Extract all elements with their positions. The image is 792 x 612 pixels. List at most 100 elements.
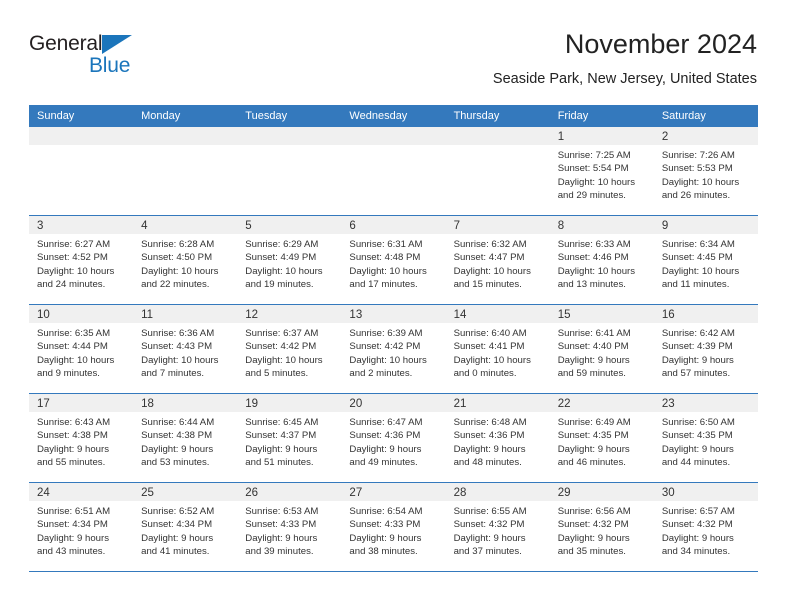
day-sun-info: Sunrise: 6:51 AM Sunset: 4:34 PM Daylight:… (29, 501, 133, 559)
sunset-text: Sunset: 4:35 PM (557, 430, 629, 442)
daylight-text: Daylight: 9 hours and 55 minutes. (37, 443, 109, 469)
calendar-day-cell[interactable]: 16 Sunrise: 6:42 AM Sunset: 4:39 PM Dayligh… (653, 305, 758, 393)
daylight-text: Daylight: 10 hours and 17 minutes. (349, 265, 427, 291)
daylight-text: Daylight: 9 hours and 46 minutes. (557, 443, 630, 469)
day-sun-info: Sunrise: 7:26 AM Sunset: 5:53 PM Daylight:… (654, 145, 758, 203)
day-number: 5 (245, 220, 252, 232)
calendar-day-cell[interactable]: 23 Sunrise: 6:50 AM Sunset: 4:35 PM Dayligh… (653, 394, 758, 482)
day-number: 10 (37, 309, 50, 321)
calendar-day-cell[interactable]: 4 Sunrise: 6:28 AM Sunset: 4:50 PM Daylight… (133, 216, 238, 304)
daylight-text: Daylight: 9 hours and 41 minutes. (141, 532, 214, 558)
calendar-day-cell[interactable]: 10 Sunrise: 6:35 AM Sunset: 4:44 PM Dayligh… (29, 305, 134, 393)
sunrise-text: Sunrise: 6:29 AM (245, 239, 319, 250)
daylight-text: Daylight: 9 hours and 59 minutes. (557, 354, 630, 380)
calendar-day-cell[interactable]: 2 Sunrise: 7:26 AM Sunset: 5:53 PM Daylight… (653, 127, 758, 215)
day-number-band (341, 127, 446, 145)
weekday-header-wednesday: Wednesday (349, 110, 408, 122)
daylight-text: Daylight: 9 hours and 53 minutes. (141, 443, 214, 469)
calendar-day-cell[interactable]: 13 Sunrise: 6:39 AM Sunset: 4:42 PM Dayligh… (341, 305, 446, 393)
day-number: 30 (661, 487, 675, 499)
day-number-band: 19 (237, 394, 342, 412)
day-number: 19 (245, 398, 259, 410)
sunset-text: Sunset: 4:40 PM (557, 341, 629, 353)
calendar-day-cell[interactable]: 21 Sunrise: 6:48 AM Sunset: 4:36 PM Dayligh… (445, 394, 550, 482)
calendar-day-cell[interactable]: 12 Sunrise: 6:37 AM Sunset: 4:42 PM Dayligh… (237, 305, 342, 393)
calendar-day-cell[interactable]: 3 Sunrise: 6:27 AM Sunset: 4:52 PM Daylight… (29, 216, 134, 304)
day-number: 17 (37, 398, 50, 410)
day-number: 9 (661, 220, 669, 232)
sunset-text: Sunset: 4:34 PM (141, 519, 213, 531)
calendar-week-row: 3 Sunrise: 6:27 AM Sunset: 4:52 PM Daylight… (29, 216, 758, 305)
calendar-day-cell[interactable]: 20 Sunrise: 6:47 AM Sunset: 4:36 PM Dayligh… (341, 394, 446, 482)
page-header: General Blue November 2024 Seaside Park,… (29, 28, 757, 98)
day-sun-info: Sunrise: 6:32 AM Sunset: 4:47 PM Daylight:… (446, 234, 550, 292)
sunrise-text: Sunrise: 6:37 AM (245, 328, 319, 339)
day-sun-info: Sunrise: 6:41 AM Sunset: 4:40 PM Daylight:… (550, 323, 654, 381)
sunset-text: Sunset: 4:37 PM (245, 430, 317, 442)
calendar-day-cell[interactable]: 7 Sunrise: 6:32 AM Sunset: 4:47 PM Daylight… (445, 216, 550, 304)
daylight-text: Daylight: 10 hours and 9 minutes. (37, 354, 115, 380)
day-sun-info: Sunrise: 6:43 AM Sunset: 4:38 PM Daylight:… (29, 412, 133, 470)
day-number-band: 4 (133, 216, 238, 234)
day-number-band (133, 127, 238, 145)
calendar-day-cell[interactable]: 28 Sunrise: 6:55 AM Sunset: 4:32 PM Dayligh… (445, 483, 550, 571)
day-number-band: 9 (653, 216, 758, 234)
page-title: November 2024 (564, 29, 757, 59)
day-number-band: 7 (445, 216, 550, 234)
calendar-day-cell[interactable]: 9 Sunrise: 6:34 AM Sunset: 4:45 PM Daylight… (653, 216, 758, 304)
brand-name-blue: Blue (89, 54, 131, 77)
calendar-day-cell[interactable]: 1 Sunrise: 7:25 AM Sunset: 5:54 PM Daylight… (549, 127, 654, 215)
calendar-day-cell[interactable]: 5 Sunrise: 6:29 AM Sunset: 4:49 PM Daylight… (237, 216, 342, 304)
day-number-band: 26 (237, 483, 342, 501)
day-sun-info: Sunrise: 6:53 AM Sunset: 4:33 PM Daylight:… (237, 501, 341, 559)
calendar-day-cell[interactable]: 19 Sunrise: 6:45 AM Sunset: 4:37 PM Dayligh… (237, 394, 342, 482)
day-number: 13 (349, 309, 363, 321)
sunrise-text: Sunrise: 6:52 AM (141, 506, 215, 517)
calendar-day-cell[interactable]: 27 Sunrise: 6:54 AM Sunset: 4:33 PM Dayligh… (341, 483, 446, 571)
sunset-text: Sunset: 4:42 PM (349, 341, 421, 353)
calendar-day-cell[interactable]: 18 Sunrise: 6:44 AM Sunset: 4:38 PM Dayligh… (133, 394, 238, 482)
sunset-text: Sunset: 4:39 PM (661, 341, 733, 353)
sunset-text: Sunset: 4:38 PM (141, 430, 213, 442)
calendar-day-cell[interactable]: 14 Sunrise: 6:40 AM Sunset: 4:41 PM Dayligh… (445, 305, 550, 393)
sunset-text: Sunset: 4:42 PM (245, 341, 317, 353)
calendar-day-cell[interactable]: 22 Sunrise: 6:49 AM Sunset: 4:35 PM Dayligh… (549, 394, 654, 482)
day-number: 22 (557, 398, 571, 410)
sunrise-text: Sunrise: 6:34 AM (661, 239, 735, 250)
calendar-day-cell[interactable]: 25 Sunrise: 6:52 AM Sunset: 4:34 PM Dayligh… (133, 483, 238, 571)
calendar-day-cell[interactable]: 24 Sunrise: 6:51 AM Sunset: 4:34 PM Dayligh… (29, 483, 134, 571)
calendar-day-cell[interactable]: 29 Sunrise: 6:56 AM Sunset: 4:32 PM Dayligh… (549, 483, 654, 571)
calendar-page: General Blue November 2024 Seaside Park,… (0, 0, 792, 612)
day-sun-info: Sunrise: 6:34 AM Sunset: 4:45 PM Daylight:… (654, 234, 758, 292)
day-number-band (237, 127, 342, 145)
day-number: 24 (37, 487, 50, 499)
calendar-day-cell[interactable]: 6 Sunrise: 6:31 AM Sunset: 4:48 PM Daylight… (341, 216, 446, 304)
calendar-day-cell[interactable]: 17 Sunrise: 6:43 AM Sunset: 4:38 PM Dayligh… (29, 394, 134, 482)
day-number-band (29, 127, 134, 145)
day-number: 4 (141, 220, 148, 232)
day-number-band: 10 (29, 305, 134, 323)
day-sun-info: Sunrise: 6:33 AM Sunset: 4:46 PM Daylight:… (550, 234, 654, 292)
calendar-week-row: 10 Sunrise: 6:35 AM Sunset: 4:44 PM Dayligh… (29, 305, 758, 394)
day-number: 26 (245, 487, 259, 499)
day-sun-info: Sunrise: 6:35 AM Sunset: 4:44 PM Daylight:… (29, 323, 133, 381)
calendar-day-cell[interactable]: 30 Sunrise: 6:57 AM Sunset: 4:32 PM Dayligh… (653, 483, 758, 571)
weekday-header-tuesday: Tuesday (245, 110, 288, 122)
calendar-day-cell[interactable]: 8 Sunrise: 6:33 AM Sunset: 4:46 PM Daylight… (549, 216, 654, 304)
day-number-band: 16 (653, 305, 758, 323)
calendar-day-cell-empty (341, 127, 446, 215)
day-sun-info: Sunrise: 6:37 AM Sunset: 4:42 PM Daylight:… (237, 323, 341, 381)
calendar-day-cell[interactable]: 26 Sunrise: 6:53 AM Sunset: 4:33 PM Dayligh… (237, 483, 342, 571)
daylight-text: Daylight: 9 hours and 39 minutes. (245, 532, 318, 558)
sunrise-text: Sunrise: 6:32 AM (453, 239, 527, 250)
daylight-text: Daylight: 9 hours and 57 minutes. (661, 354, 734, 380)
brand-logo[interactable]: General Blue (29, 32, 229, 84)
calendar-day-cell[interactable]: 15 Sunrise: 6:41 AM Sunset: 4:40 PM Dayligh… (549, 305, 654, 393)
calendar-week-row: 1 Sunrise: 7:25 AM Sunset: 5:54 PM Daylight… (29, 127, 758, 216)
day-number-band: 28 (445, 483, 550, 501)
sunrise-text: Sunrise: 6:50 AM (661, 417, 735, 428)
calendar-day-cell[interactable]: 11 Sunrise: 6:36 AM Sunset: 4:43 PM Dayligh… (133, 305, 238, 393)
daylight-text: Daylight: 10 hours and 24 minutes. (37, 265, 115, 291)
day-number: 16 (661, 309, 675, 321)
day-number: 2 (661, 131, 669, 143)
